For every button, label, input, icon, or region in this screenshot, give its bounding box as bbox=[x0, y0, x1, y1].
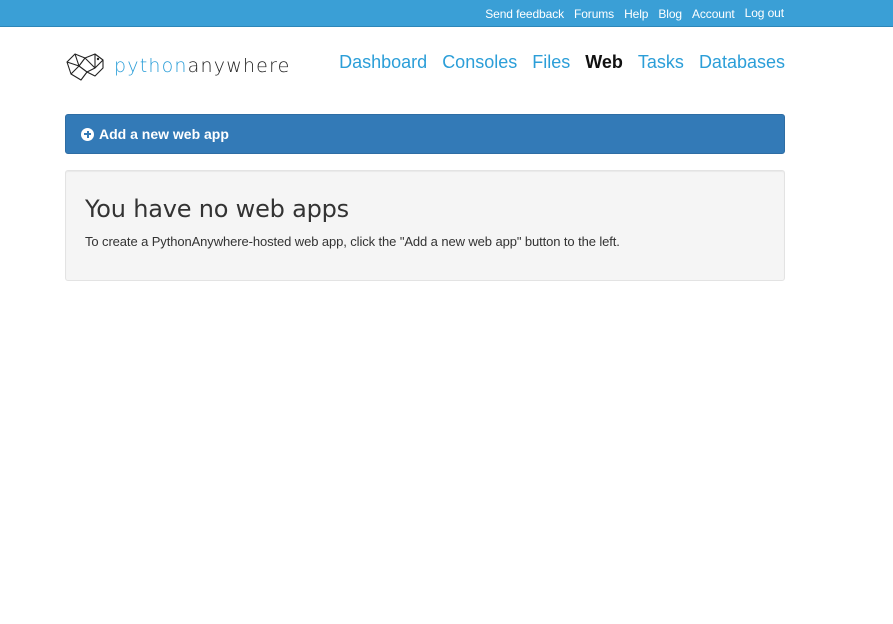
no-web-apps-panel: You have no web apps To create a PythonA… bbox=[65, 170, 785, 281]
nav-files[interactable]: Files bbox=[532, 52, 570, 73]
help-link[interactable]: Help bbox=[624, 7, 648, 21]
top-bar: Send feedback Forums Help Blog Account L… bbox=[0, 0, 893, 27]
empty-state-message: To create a PythonAnywhere-hosted web ap… bbox=[85, 234, 620, 249]
logo-wordmark: pythonanywhere bbox=[114, 55, 291, 77]
nav-tasks[interactable]: Tasks bbox=[638, 52, 684, 73]
pythonanywhere-logo[interactable]: pythonanywhere bbox=[65, 50, 291, 82]
nav-databases[interactable]: Databases bbox=[699, 52, 785, 73]
blog-link[interactable]: Blog bbox=[658, 7, 682, 21]
send-feedback-link[interactable]: Send feedback bbox=[485, 7, 564, 21]
nav-dashboard[interactable]: Dashboard bbox=[339, 52, 427, 73]
nav-consoles[interactable]: Consoles bbox=[442, 52, 517, 73]
logout-link[interactable]: Log out bbox=[745, 6, 784, 20]
add-new-web-app-button[interactable]: Add a new web app bbox=[65, 114, 785, 154]
main-nav: Dashboard Consoles Files Web Tasks Datab… bbox=[339, 52, 785, 73]
logo-python-text: python bbox=[114, 55, 188, 77]
python-snake-logo-icon bbox=[66, 53, 104, 81]
nav-web[interactable]: Web bbox=[585, 52, 623, 73]
forums-link[interactable]: Forums bbox=[574, 7, 614, 21]
logo-anywhere-text: anywhere bbox=[187, 55, 291, 77]
account-link[interactable]: Account bbox=[692, 7, 735, 21]
top-bar-links: Send feedback Forums Help Blog Account L… bbox=[485, 0, 784, 27]
empty-state-title: You have no web apps bbox=[85, 195, 349, 223]
plus-circle-icon bbox=[81, 127, 94, 141]
add-new-web-app-label: Add a new web app bbox=[99, 126, 229, 142]
site-header: pythonanywhere Dashboard Consoles Files … bbox=[65, 44, 785, 88]
